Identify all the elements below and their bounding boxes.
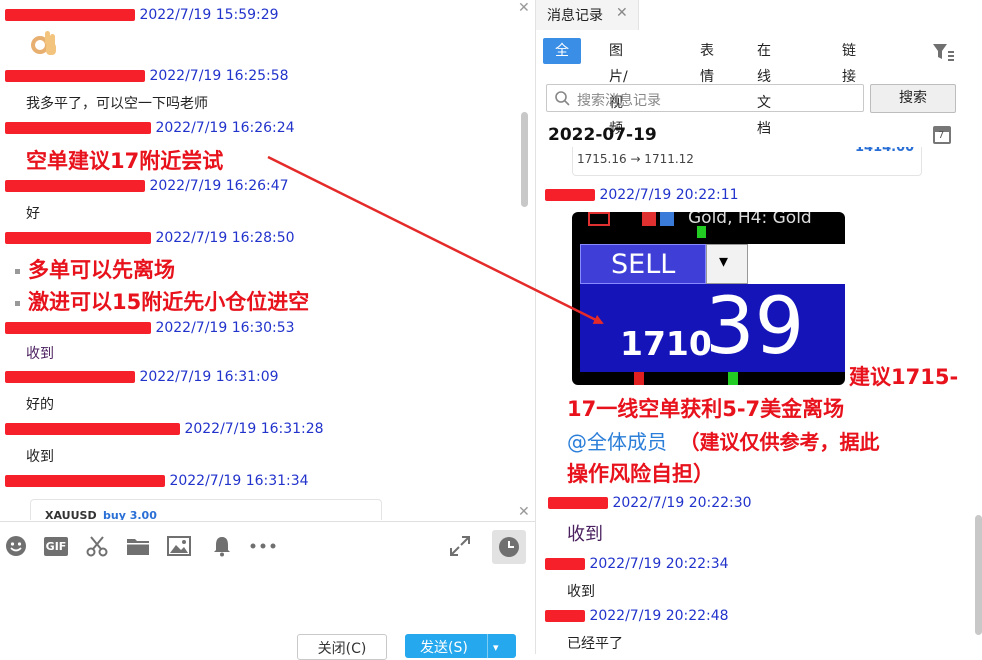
arrow-line bbox=[267, 155, 604, 325]
annotation-arrow bbox=[267, 155, 604, 325]
